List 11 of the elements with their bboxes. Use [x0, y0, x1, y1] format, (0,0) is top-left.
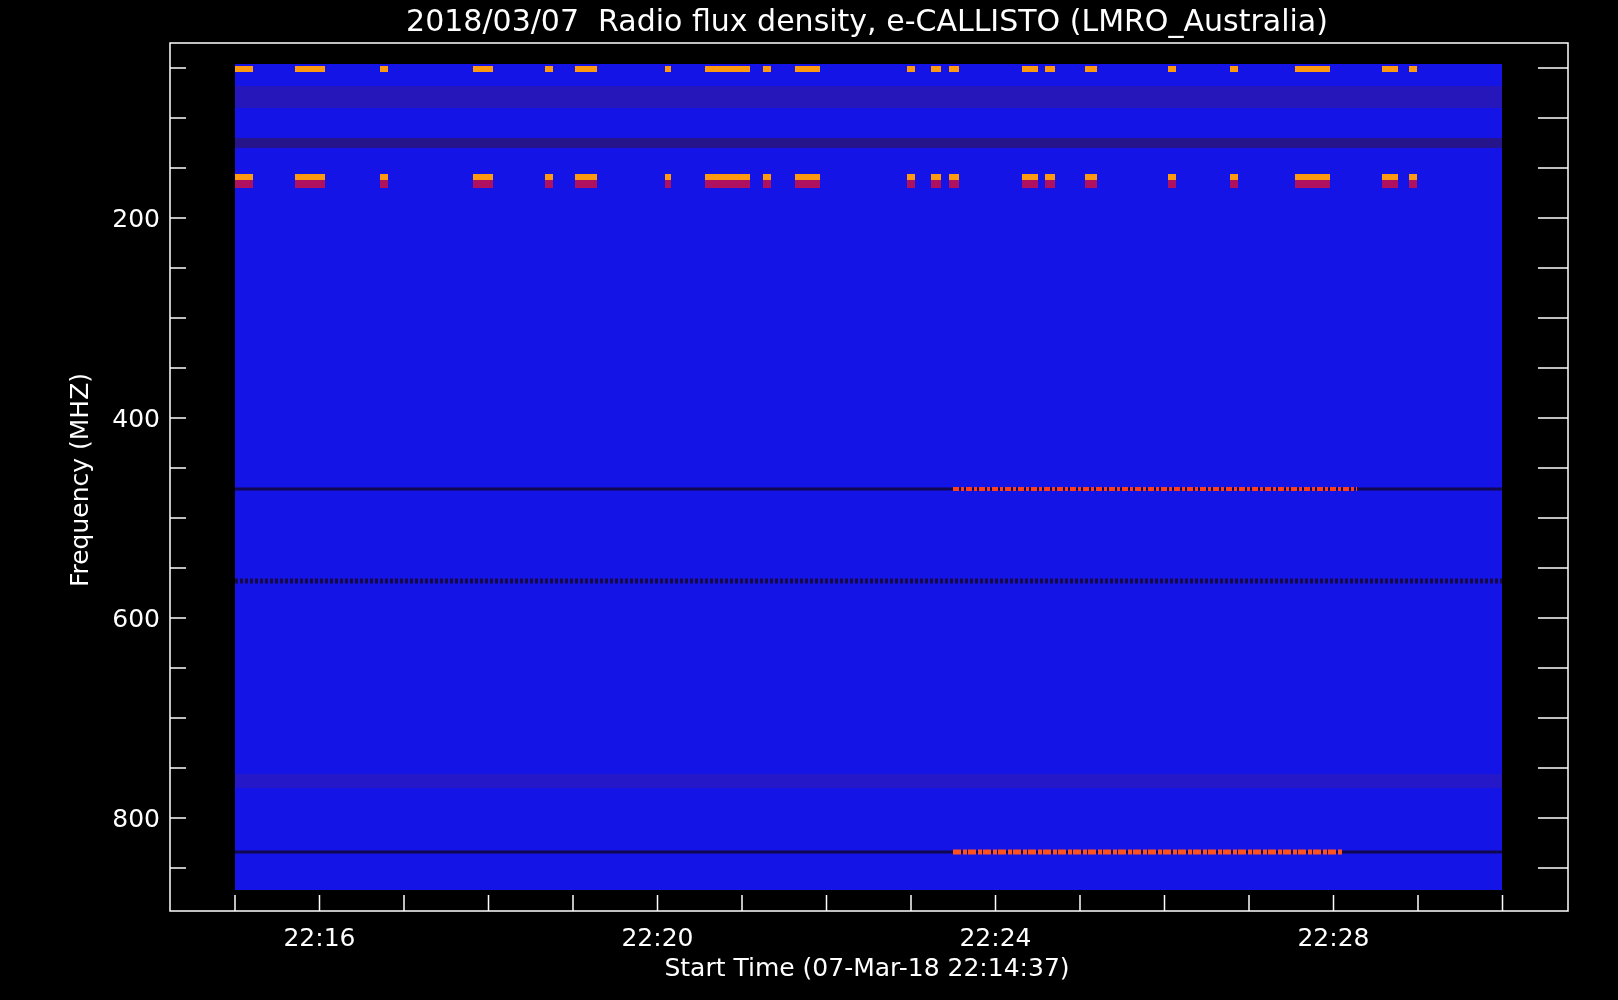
- x-tick-label: 22:20: [621, 923, 694, 952]
- x-axis-label: Start Time (07-Mar-18 22:14:37): [664, 953, 1070, 982]
- y-tick-label: 600: [112, 604, 160, 633]
- y-tick-label: 400: [112, 404, 160, 433]
- x-tick-label: 22:16: [283, 923, 356, 952]
- x-tick-label: 22:28: [1297, 923, 1370, 952]
- chart-title: 2018/03/07 Radio flux density, e-CALLISTO (LMRO_Australia): [406, 3, 1328, 38]
- y-tick-label: 800: [112, 804, 160, 833]
- y-tick-label: 200: [112, 204, 160, 233]
- y-axis-label: Frequency (MHZ): [65, 372, 94, 588]
- x-tick-label: 22:24: [959, 923, 1032, 952]
